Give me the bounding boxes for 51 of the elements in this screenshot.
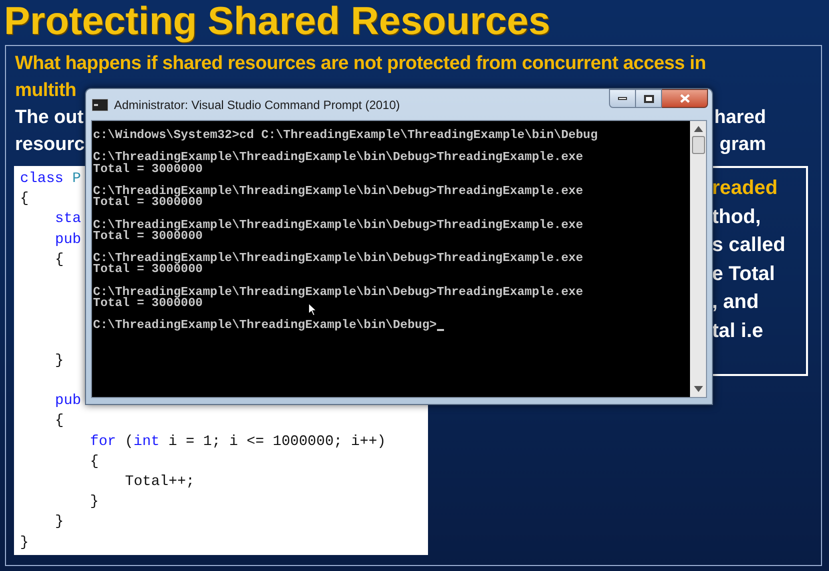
console-line: c:\Windows\System32>cd C:\ThreadingExample\ThreadingExample\bin\Debug (93, 130, 598, 142)
body-text: resourc (15, 133, 85, 157)
console-line: C:\ThreadingExample\ThreadingExample\bin\Debug>ThreadingExample.exe (93, 186, 584, 198)
question-text: multith (15, 79, 76, 103)
console-line: Total = 3000000 (93, 264, 203, 276)
console-line: C:\ThreadingExample\ThreadingExample\bin\Debug>ThreadingExample.exe (93, 220, 584, 231)
box-text: tal i.e (712, 318, 764, 344)
code-line: { (55, 250, 64, 270)
text-cursor (436, 328, 444, 331)
code-line: sta (55, 210, 82, 230)
console-line: Total = 3000000 (93, 298, 203, 310)
code-line: pub (55, 230, 82, 250)
box-text: readed (712, 176, 778, 201)
question-text: What happens if shared resources are not protected from concurrent access in (15, 52, 706, 76)
scroll-up-icon (694, 126, 702, 132)
box-text: , and (712, 290, 759, 315)
mouse-pointer-icon (308, 303, 317, 316)
code-line: Total++; (125, 473, 195, 492)
box-text: thod, (712, 204, 761, 230)
console-line: C:\ThreadingExample\ThreadingExample\bin\Debug>ThreadingExample.exe (93, 152, 584, 164)
console-line: C:\ThreadingExample\ThreadingExample\bin\Debug> (93, 320, 437, 332)
code-line: { (90, 452, 99, 472)
code-line: } (55, 352, 64, 371)
maximize-button[interactable] (636, 89, 662, 108)
code-line: class P (20, 170, 81, 189)
console-line: C:\ThreadingExample\ThreadingExample\bin\Debug>ThreadingExample.exe (93, 286, 584, 298)
code-line: } (90, 493, 99, 512)
console-line: Total = 3000000 (93, 164, 203, 175)
console-line: Total = 3000000 (93, 230, 203, 242)
slide-title: Protecting Shared Resources (3, 0, 552, 45)
body-text: gram (720, 133, 766, 157)
console-line: Total = 3000000 (93, 197, 203, 208)
code-line: { (55, 412, 64, 432)
code-line: pub (55, 392, 82, 412)
console-line: C:\ThreadingExample\ThreadingExample\bin\Debug>ThreadingExample.exe (93, 253, 584, 264)
code-line: { (20, 190, 29, 210)
box-text: e Total (712, 262, 775, 286)
scroll-down-icon (694, 386, 702, 392)
close-button[interactable] (662, 89, 708, 108)
minimize-button[interactable] (609, 89, 636, 108)
body-text: The out (15, 106, 84, 130)
code-line: } (55, 513, 64, 532)
body-text: hared (714, 106, 766, 130)
window-title: Administrator: Visual Studio Command Prompt (2010) (114, 96, 400, 114)
console-icon (92, 98, 108, 110)
scroll-thumb[interactable] (692, 136, 704, 154)
close-icon (680, 94, 690, 103)
scrollbar[interactable] (690, 121, 706, 397)
box-text: s called (712, 233, 786, 258)
code-line: } (20, 534, 29, 553)
code-line: for (int i = 1; i <= 1000000; i++) (90, 432, 386, 452)
